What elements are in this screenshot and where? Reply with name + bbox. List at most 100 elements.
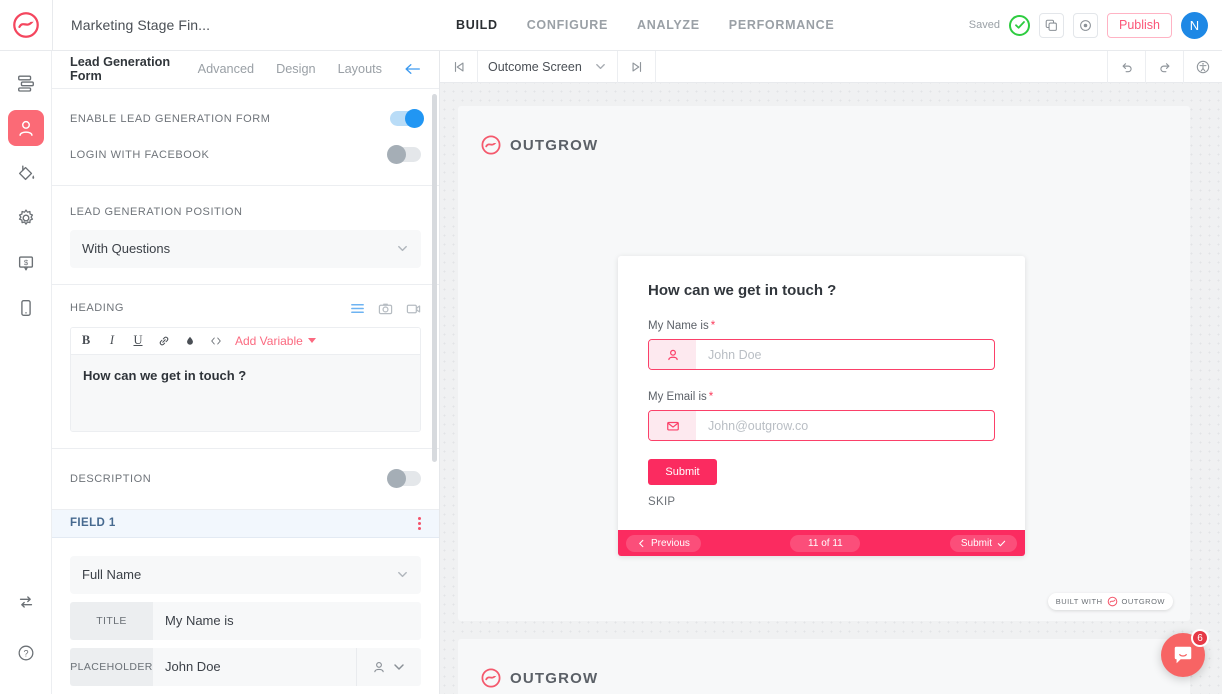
label-description: DESCRIPTION: [70, 473, 151, 485]
field-1-header[interactable]: FIELD 1: [52, 510, 439, 538]
sync-icon: [16, 592, 36, 612]
rail-item-settings[interactable]: [8, 200, 44, 236]
built-with-badge[interactable]: BUILT WITH OUTGROW: [1048, 593, 1173, 610]
lead-form-body: How can we get in touch ? My Name is* Jo…: [618, 256, 1025, 530]
lead-field-2-label: My Email is*: [648, 391, 995, 403]
person-icon: [372, 660, 386, 674]
duplicate-icon: [1045, 19, 1058, 32]
link-button[interactable]: [151, 328, 177, 354]
header-actions: Saved Publish N: [969, 0, 1222, 50]
chat-bubble-icon: [1172, 644, 1194, 666]
preview-button[interactable]: [1073, 13, 1098, 38]
app-logo[interactable]: [0, 0, 52, 50]
toggle-enable-lead-generation-form[interactable]: [390, 111, 421, 126]
required-marker: *: [711, 320, 715, 332]
select-lead-generation-position[interactable]: With Questions: [70, 230, 421, 268]
lead-field-2-input-wrap[interactable]: John@outgrow.co: [648, 410, 995, 441]
toggle-description[interactable]: [390, 471, 421, 486]
bold-button[interactable]: B: [73, 328, 99, 354]
underline-button[interactable]: U: [125, 328, 151, 354]
add-variable-button[interactable]: Add Variable: [235, 334, 316, 348]
rail-item-sync[interactable]: [8, 584, 44, 620]
tab-layouts[interactable]: Layouts: [338, 62, 382, 76]
project-title: Marketing Stage Fin...: [71, 17, 210, 33]
intercom-launcher[interactable]: 6: [1161, 633, 1205, 677]
svg-text:?: ?: [23, 648, 28, 658]
undo-button[interactable]: [1108, 51, 1146, 83]
main-nav: BUILD CONFIGURE ANALYZE PERFORMANCE: [440, 0, 834, 50]
label-heading: HEADING: [70, 302, 124, 314]
check-icon: [997, 539, 1006, 548]
accessibility-button[interactable]: [1184, 51, 1222, 83]
nav-build[interactable]: BUILD: [456, 18, 498, 32]
tab-design[interactable]: Design: [276, 62, 316, 76]
field-1-menu-icon[interactable]: [418, 517, 421, 530]
back-arrow-icon[interactable]: [404, 62, 421, 76]
rail-item-layers[interactable]: [8, 65, 44, 101]
toggle-login-with-facebook[interactable]: [390, 147, 421, 162]
pricing-dollar-icon: $: [16, 253, 36, 273]
footer-submit-button[interactable]: Submit: [950, 535, 1017, 552]
publish-button[interactable]: Publish: [1107, 13, 1172, 38]
avatar[interactable]: N: [1181, 12, 1208, 39]
built-with-label: BUILT WITH: [1056, 597, 1103, 606]
field-1-title-input[interactable]: My Name is: [153, 602, 421, 640]
panel-scrollbar[interactable]: [432, 94, 437, 462]
rail-item-mobile[interactable]: [8, 290, 44, 326]
tab-lead-generation-form[interactable]: Lead Generation Form: [70, 55, 176, 83]
code-button[interactable]: [203, 328, 229, 354]
lead-form-footer: Previous 11 of 11 Submit: [618, 530, 1025, 556]
lead-skip-link[interactable]: SKIP: [648, 496, 995, 508]
person-icon: [649, 340, 696, 369]
outgrow-logo-icon: [480, 667, 502, 689]
skip-to-first-button[interactable]: [440, 51, 478, 83]
project-title-cell[interactable]: Marketing Stage Fin...: [52, 0, 440, 50]
link-icon: [158, 335, 170, 347]
add-variable-label: Add Variable: [235, 334, 303, 348]
lead-field-2-placeholder: John@outgrow.co: [696, 419, 808, 433]
layers-icon: [16, 73, 36, 93]
rail-item-design[interactable]: [8, 155, 44, 191]
rail-item-help[interactable]: ?: [8, 635, 44, 671]
duplicate-button[interactable]: [1039, 13, 1064, 38]
italic-button[interactable]: I: [99, 328, 125, 354]
heading-header: HEADING: [70, 301, 421, 316]
field-1-icon-select[interactable]: [356, 648, 421, 686]
field-1-type-value: Full Name: [82, 567, 141, 582]
text-color-button[interactable]: [177, 328, 203, 354]
panel-scroll-area: ENABLE LEAD GENERATION FORM LOGIN WITH F…: [52, 89, 439, 694]
lead-submit-button[interactable]: Submit: [648, 459, 717, 485]
preview-screen-card: OUTGROW How can we get in touch ? My Nam…: [458, 106, 1190, 621]
field-1-title-row: TITLE My Name is: [70, 602, 421, 640]
check-circle-icon: [1009, 15, 1030, 36]
text-align-icon[interactable]: [350, 301, 365, 316]
rail-item-pricing[interactable]: $: [8, 245, 44, 281]
field-1-placeholder-row: PLACEHOLDER John Doe: [70, 648, 421, 686]
skip-to-next-button[interactable]: [618, 51, 656, 83]
heading-text[interactable]: How can we get in touch ?: [71, 355, 420, 431]
nav-configure[interactable]: CONFIGURE: [527, 18, 608, 32]
select-field-1-type[interactable]: Full Name: [70, 556, 421, 594]
screen-select-value: Outcome Screen: [488, 60, 582, 74]
screen-select[interactable]: Outcome Screen: [478, 51, 618, 83]
camera-icon[interactable]: [378, 301, 393, 316]
icon-rail: $ ?: [0, 51, 52, 694]
row-enable-lead-generation-form: ENABLE LEAD GENERATION FORM: [70, 105, 421, 133]
nav-analyze[interactable]: ANALYZE: [637, 18, 700, 32]
previous-button[interactable]: Previous: [626, 535, 701, 552]
outgrow-logo-icon: [1107, 596, 1118, 607]
lead-field-1-input-wrap[interactable]: John Doe: [648, 339, 995, 370]
lead-form-card: How can we get in touch ? My Name is* Jo…: [618, 256, 1025, 556]
heading-editor: B I U: [70, 327, 421, 432]
redo-button[interactable]: [1146, 51, 1184, 83]
preview-logo-text: OUTGROW: [510, 137, 598, 154]
tab-advanced[interactable]: Advanced: [198, 62, 254, 76]
rail-item-lead-form[interactable]: [8, 110, 44, 146]
row-login-with-facebook: LOGIN WITH FACEBOOK: [70, 141, 421, 169]
section-lead-generation-position: LEAD GENERATION POSITION With Questions: [52, 186, 439, 285]
outgrow-logo-icon: [11, 10, 41, 40]
preview-screen-card-2: OUTGROW: [458, 639, 1190, 694]
field-1-placeholder-input[interactable]: John Doe: [153, 648, 356, 686]
nav-performance[interactable]: PERFORMANCE: [729, 18, 835, 32]
video-icon[interactable]: [406, 301, 421, 316]
